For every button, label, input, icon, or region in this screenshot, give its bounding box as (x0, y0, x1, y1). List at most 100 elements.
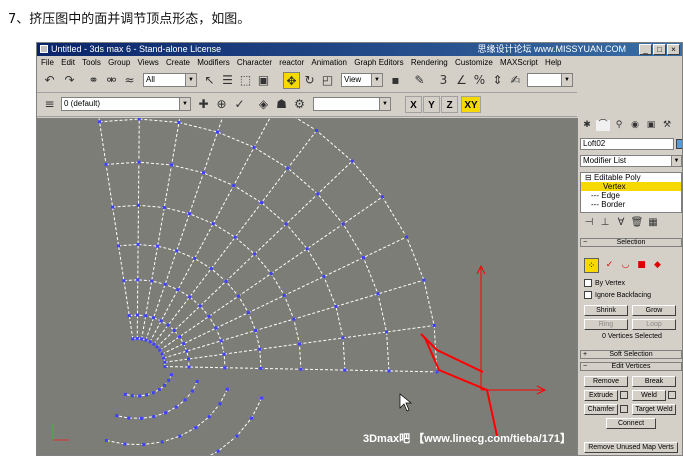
element-mode-icon[interactable]: ◆ (650, 258, 665, 273)
extrude-settings-button[interactable] (620, 391, 628, 399)
camera-icon[interactable]: ◈ (255, 96, 272, 113)
named-selection-dropdown[interactable]: ▼ (527, 73, 573, 87)
axis-xy-button[interactable]: XY (461, 96, 481, 113)
menu-graph-editors[interactable]: Graph Editors (354, 58, 403, 67)
layer-dropdown[interactable]: 0 (default) ▼ (61, 97, 191, 111)
modify-tab-icon[interactable]: ⌒ (596, 120, 610, 131)
create-tab-icon[interactable]: ✱ (580, 120, 594, 131)
layer-current-icon[interactable]: ✓ (231, 96, 248, 113)
chamfer-settings-button[interactable] (620, 405, 628, 413)
maximize-button[interactable]: □ (653, 44, 666, 55)
axis-x-button[interactable]: X (405, 96, 422, 113)
stack-item-edge[interactable]: --- Edge (581, 191, 681, 200)
grow-button[interactable]: Grow (632, 305, 676, 316)
ignore-backfacing-checkbox[interactable]: Ignore Backfacing (584, 291, 651, 300)
region-select-icon[interactable]: ⬚ (237, 72, 254, 89)
layer-add-icon[interactable]: ✚ (195, 96, 212, 113)
selection-filter-dropdown[interactable]: All ▼ (143, 73, 197, 87)
axis-z-button[interactable]: Z (441, 96, 458, 113)
menu-help[interactable]: Help (545, 58, 561, 67)
ring-button[interactable]: Ring (584, 319, 628, 330)
menu-group[interactable]: Group (108, 58, 130, 67)
named-selection-icon[interactable]: ✍ (507, 72, 524, 89)
snaps-toggle-icon[interactable]: 3 (435, 72, 452, 89)
select-scale-icon[interactable]: ◰ (319, 72, 336, 89)
show-end-result-icon[interactable]: ⊥ (598, 216, 612, 230)
object-color-swatch[interactable] (676, 139, 682, 149)
menu-maxscript[interactable]: MAXScript (500, 58, 538, 67)
layer-select-icon[interactable]: ⊕ (213, 96, 230, 113)
menu-modifiers[interactable]: Modifiers (197, 58, 229, 67)
quick-render-icon[interactable]: ⚙ (291, 96, 308, 113)
remove-modifier-icon[interactable]: 🗑 (630, 216, 644, 230)
modifier-stack[interactable]: ⊟ Editable Poly Vertex --- Edge --- Bord… (580, 172, 682, 213)
menu-rendering[interactable]: Rendering (411, 58, 448, 67)
menu-views[interactable]: Views (138, 58, 159, 67)
motion-tab-icon[interactable]: ◉ (628, 120, 642, 131)
pin-stack-icon[interactable]: ⊣ (582, 216, 596, 230)
object-name-field[interactable]: Loft02 (580, 138, 674, 150)
weld-button[interactable]: Weld (632, 390, 666, 401)
connect-button[interactable]: Connect (606, 418, 656, 429)
shrink-button[interactable]: Shrink (584, 305, 628, 316)
extrude-button[interactable]: Extrude (584, 390, 618, 401)
menu-file[interactable]: File (41, 58, 54, 67)
soft-selection-rollout-header[interactable]: + Soft Selection (580, 350, 682, 359)
render-scene-icon[interactable]: ☗ (273, 96, 290, 113)
select-object-icon[interactable]: ↖ (201, 72, 218, 89)
vertex-mode-icon[interactable]: ⁘ (584, 258, 599, 273)
select-move-icon[interactable]: ✥ (283, 72, 300, 89)
menu-edit[interactable]: Edit (61, 58, 75, 67)
make-unique-icon[interactable]: ∀ (614, 216, 628, 230)
menu-character[interactable]: Character (237, 58, 272, 67)
weld-settings-button[interactable] (668, 391, 676, 399)
target-weld-button[interactable]: Target Weld (632, 404, 676, 415)
polygon-mode-icon[interactable]: ■ (634, 258, 649, 273)
unlink-icon[interactable]: ⚮ (103, 72, 120, 89)
reference-coord-dropdown[interactable]: View ▼ (341, 73, 383, 87)
wireframe-mesh[interactable] (37, 118, 577, 456)
select-by-name-icon[interactable]: ☰ (219, 72, 236, 89)
link-icon[interactable]: ⚭ (85, 72, 102, 89)
spinner-snap-icon[interactable]: ⇕ (489, 72, 506, 89)
pivot-center-icon[interactable]: ▪ (387, 72, 404, 89)
stack-item-border[interactable]: --- Border (581, 200, 681, 209)
minimize-button[interactable]: _ (639, 44, 652, 55)
configure-sets-icon[interactable]: ▦ (646, 216, 660, 230)
viewport[interactable]: 3Dmax吧 【www.linecg.com/tieba/171】 (37, 118, 577, 456)
by-vertex-checkbox[interactable]: By Vertex (584, 279, 625, 288)
chamfer-button[interactable]: Chamfer (584, 404, 618, 415)
remove-button[interactable]: Remove (584, 376, 628, 387)
menu-create[interactable]: Create (166, 58, 190, 67)
bind-space-warp-icon[interactable]: ≈ (121, 72, 138, 89)
edit-vertices-rollout-header[interactable]: − Edit Vertices (580, 362, 682, 371)
hierarchy-tab-icon[interactable]: ⚲ (612, 120, 626, 131)
loop-button[interactable]: Loop (632, 319, 676, 330)
manipulate-icon[interactable]: ✎ (411, 72, 428, 89)
border-mode-icon[interactable]: ◡ (618, 258, 633, 273)
display-tab-icon[interactable]: ▣ (644, 120, 658, 131)
mesh-vertex (182, 342, 186, 346)
stack-item-editable-poly[interactable]: ⊟ Editable Poly (581, 173, 681, 182)
layer-manager-icon[interactable]: ≡ (41, 96, 58, 113)
select-rotate-icon[interactable]: ↻ (301, 72, 318, 89)
menu-animation[interactable]: Animation (311, 58, 347, 67)
modifier-list-dropdown[interactable]: Modifier List ▼ (580, 155, 682, 167)
redo-icon[interactable]: ↷ (61, 72, 78, 89)
edge-mode-icon[interactable]: ✓ (602, 258, 617, 273)
utilities-tab-icon[interactable]: ⚒ (660, 120, 674, 131)
angle-snap-icon[interactable]: ∠ (453, 72, 470, 89)
selection-rollout-header[interactable]: − Selection (580, 238, 682, 247)
break-button[interactable]: Break (632, 376, 676, 387)
menu-customize[interactable]: Customize (455, 58, 493, 67)
remove-unused-map-verts-button[interactable]: Remove Unused Map Verts (584, 442, 678, 453)
stack-item-vertex[interactable]: Vertex (581, 182, 681, 191)
axis-y-button[interactable]: Y (423, 96, 440, 113)
percent-snap-icon[interactable]: % (471, 72, 488, 89)
menu-reactor[interactable]: reactor (279, 58, 304, 67)
undo-icon[interactable]: ↶ (41, 72, 58, 89)
render-type-dropdown[interactable]: ▼ (313, 97, 391, 111)
window-crossing-icon[interactable]: ▣ (255, 72, 272, 89)
menu-tools[interactable]: Tools (82, 58, 101, 67)
close-button[interactable]: × (667, 44, 680, 55)
